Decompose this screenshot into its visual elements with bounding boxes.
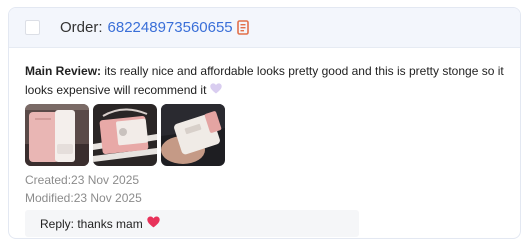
order-label: Order: (60, 19, 103, 36)
review-photo-1[interactable] (25, 104, 89, 167)
main-review: Main Review: its really nice and afforda… (25, 62, 505, 100)
lavender-heart-icon (210, 81, 223, 100)
review-photo-2[interactable] (93, 104, 157, 167)
review-meta: Created:23 Nov 2025 Modified:23 Nov 2025 (25, 171, 520, 207)
modified-date: Modified:23 Nov 2025 (25, 191, 142, 206)
card-body: Main Review: its really nice and afforda… (9, 48, 520, 238)
review-photos (25, 104, 520, 167)
review-card: Order: 682248973560655 Main Review: its … (8, 7, 521, 239)
reply-text: Reply: thanks mam (40, 216, 143, 231)
card-header: Order: 682248973560655 (9, 8, 520, 48)
created-date: Created:23 Nov 2025 (25, 173, 140, 188)
review-photo-3[interactable] (161, 104, 225, 167)
select-checkbox[interactable] (25, 20, 40, 35)
main-review-label: Main Review: (25, 64, 102, 78)
red-heart-icon (147, 216, 160, 231)
copy-icon[interactable] (236, 20, 250, 35)
reply-box: Reply: thanks mam (25, 210, 359, 238)
order-number-link[interactable]: 682248973560655 (108, 19, 233, 36)
